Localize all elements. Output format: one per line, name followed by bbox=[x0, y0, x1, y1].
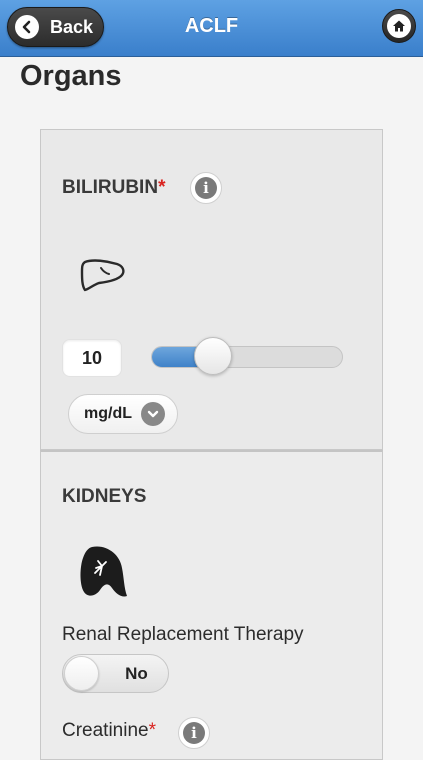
bilirubin-slider-thumb[interactable] bbox=[193, 337, 232, 375]
rrt-toggle-label: No bbox=[125, 664, 148, 683]
rrt-toggle[interactable]: No bbox=[62, 654, 169, 693]
bilirubin-label-text: BILIRUBIN bbox=[62, 177, 159, 198]
creatinine-label-text: Creatinine bbox=[62, 720, 149, 741]
header-bar: Back ACLF bbox=[0, 0, 423, 57]
page-title: Organs bbox=[20, 60, 122, 92]
rrt-toggle-knob bbox=[64, 656, 99, 691]
bilirubin-section: BILIRUBIN* i 10 mg/dL bbox=[40, 129, 383, 450]
header-title: ACLF bbox=[184, 15, 239, 37]
bilirubin-label: BILIRUBIN* bbox=[62, 177, 165, 199]
home-icon bbox=[387, 14, 411, 38]
kidneys-label: KIDNEYS bbox=[62, 486, 147, 507]
kidney-icon bbox=[78, 544, 130, 607]
bilirubin-info-button[interactable]: i bbox=[190, 172, 222, 204]
bilirubin-unit-select[interactable]: mg/dL bbox=[68, 394, 178, 434]
bilirubin-slider-fill bbox=[152, 347, 200, 367]
creatinine-label: Creatinine* bbox=[62, 720, 156, 742]
info-icon: i bbox=[183, 722, 205, 744]
chevron-down-icon bbox=[141, 402, 165, 426]
bilirubin-value-input[interactable]: 10 bbox=[62, 339, 122, 377]
bilirubin-slider-track[interactable] bbox=[151, 346, 343, 368]
unit-select-label: mg/dL bbox=[84, 405, 132, 422]
info-icon: i bbox=[195, 177, 217, 199]
home-button[interactable] bbox=[382, 9, 416, 43]
liver-icon bbox=[79, 258, 127, 297]
required-marker: * bbox=[158, 177, 166, 198]
kidneys-section: KIDNEYS Renal Replacement Therapy No Cre… bbox=[40, 450, 383, 760]
required-marker: * bbox=[148, 720, 157, 741]
creatinine-info-button[interactable]: i bbox=[178, 717, 210, 749]
rrt-label: Renal Replacement Therapy bbox=[62, 624, 304, 645]
